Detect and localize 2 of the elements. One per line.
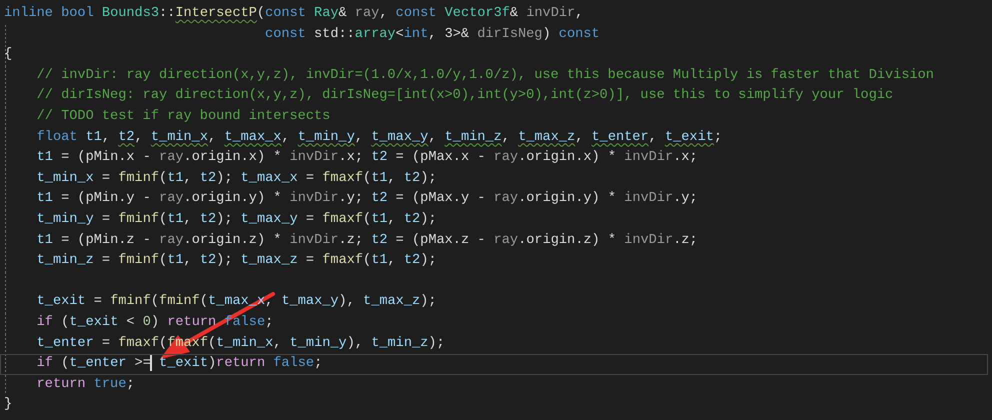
code-line: inline bool Bounds3::IntersectP(const Ray& ray, const Vector3f& invDir,	[3, 5, 584, 23]
code-line: }	[3, 396, 14, 414]
